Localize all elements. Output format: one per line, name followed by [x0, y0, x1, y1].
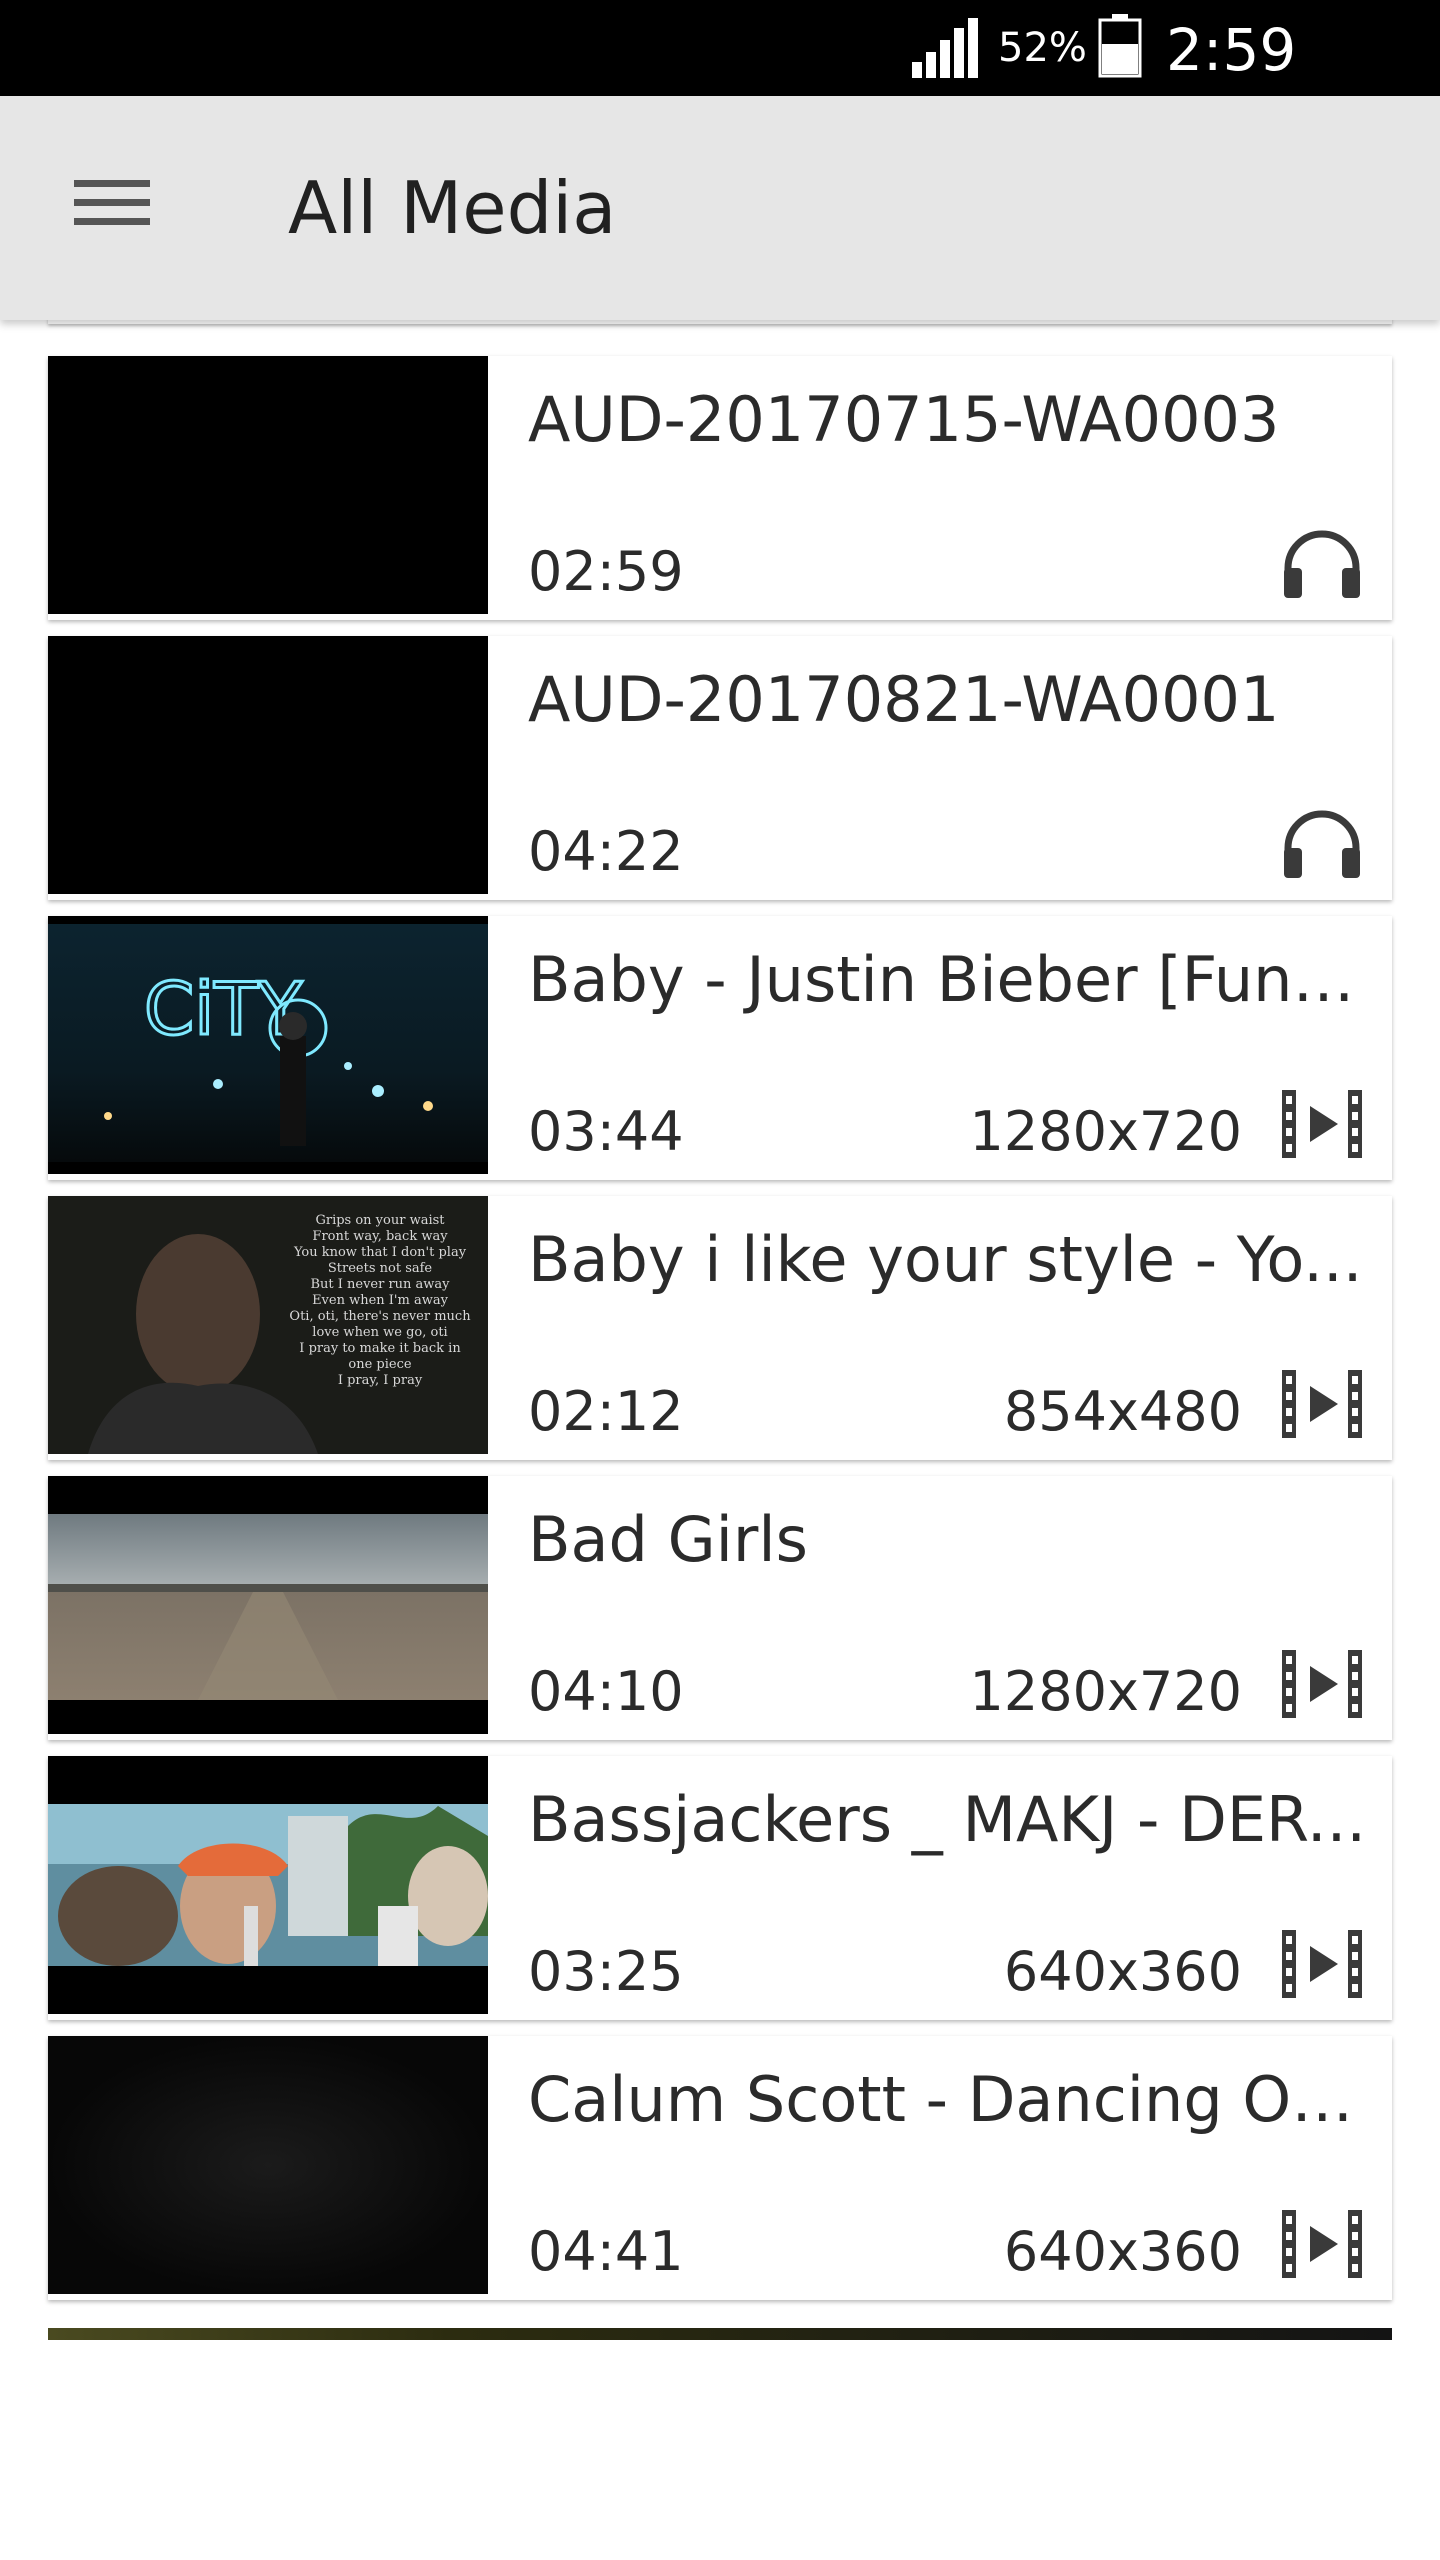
media-title: Baby i like your style - Yo... — [528, 1223, 1363, 1296]
page-title: All Media — [288, 166, 617, 250]
media-title: AUD-20170715-WA0003 — [528, 383, 1280, 456]
lyrics-line: You know that I don't play — [293, 1245, 467, 1260]
media-resolution: 1280x720 — [969, 1100, 1242, 1163]
media-thumbnail — [48, 2036, 488, 2294]
lyrics-line: love when we go, oti — [312, 1325, 447, 1340]
media-title: AUD-20170821-WA0001 — [528, 663, 1280, 736]
media-thumbnail: CiTY — [48, 916, 488, 1174]
lyrics-line: Even when I'm away — [312, 1293, 449, 1308]
list-item[interactable]: Bad Girls 04:10 1280x720 — [48, 1476, 1392, 1740]
media-resolution: 1280x720 — [969, 1660, 1242, 1723]
status-bar: 52% 2:59 a.m. — [0, 0, 1440, 146]
media-thumbnail: Grips on your waist Front way, back way … — [48, 1196, 488, 1454]
film-icon — [1282, 1650, 1362, 1718]
list-item[interactable]: Bassjackers _ MAKJ - DER... 03:25 640x36… — [48, 1756, 1392, 2020]
battery-percent: 52% — [998, 25, 1087, 71]
media-duration: 04:41 — [528, 2220, 684, 2283]
lyrics-line: Grips on your waist — [315, 1213, 445, 1228]
media-resolution: 640x360 — [1003, 1940, 1242, 2003]
app-bar: All Media — [0, 96, 1440, 320]
film-icon — [1282, 1930, 1362, 1998]
media-resolution: 854x480 — [1003, 1380, 1242, 1443]
list-item[interactable]: Calum Scott - Dancing On ... 04:41 640x3… — [48, 2036, 1392, 2300]
media-title: Bad Girls — [528, 1503, 808, 1576]
media-thumbnail — [48, 356, 488, 614]
list-item[interactable]: CiTY Baby - Justin Bieber [Funm... 03:44… — [48, 916, 1392, 1180]
media-duration: 04:10 — [528, 1660, 684, 1723]
headphones-icon — [1284, 530, 1360, 598]
list-item-partial — [48, 320, 1392, 324]
lyrics-line: one piece — [348, 1357, 411, 1372]
lyrics-line: Oti, oti, there's never much — [289, 1309, 471, 1324]
media-title: Bassjackers _ MAKJ - DER... — [528, 1783, 1367, 1856]
headphones-icon — [1284, 810, 1360, 878]
list-item-partial[interactable] — [48, 2328, 1392, 2340]
lyrics-line: Streets not safe — [328, 1261, 433, 1276]
signal-icon — [912, 18, 978, 78]
media-title: Baby - Justin Bieber [Funm... — [528, 943, 1378, 1016]
lyrics-line: But I never run away — [310, 1277, 450, 1292]
lyrics-line: I pray, I pray — [338, 1373, 423, 1388]
empty-area — [0, 2340, 1440, 2560]
battery-icon — [1098, 14, 1142, 78]
media-thumbnail — [48, 1476, 488, 1734]
hamburger-menu-icon[interactable] — [60, 162, 164, 242]
media-thumbnail — [48, 1756, 488, 2014]
media-thumbnail — [48, 636, 488, 894]
film-icon — [1282, 1370, 1362, 1438]
list-item[interactable]: AUD-20170715-WA0003 02:59 — [48, 356, 1392, 620]
media-list[interactable]: AUD-20170715-WA0003 02:59 AUD-20170821-W… — [0, 320, 1440, 2340]
media-resolution: 640x360 — [1003, 2220, 1242, 2283]
film-icon — [1282, 1090, 1362, 1158]
list-item[interactable]: AUD-20170821-WA0001 04:22 — [48, 636, 1392, 900]
list-item[interactable]: Grips on your waist Front way, back way … — [48, 1196, 1392, 1460]
media-title: Calum Scott - Dancing On ... — [528, 2063, 1378, 2136]
lyrics-line: Front way, back way — [312, 1229, 448, 1244]
media-duration: 02:12 — [528, 1380, 684, 1443]
media-duration: 03:44 — [528, 1100, 684, 1163]
film-icon — [1282, 2210, 1362, 2278]
media-duration: 03:25 — [528, 1940, 684, 2003]
lyrics-line: I pray to make it back in — [299, 1341, 461, 1356]
media-duration: 02:59 — [528, 540, 684, 603]
media-duration: 04:22 — [528, 820, 684, 883]
